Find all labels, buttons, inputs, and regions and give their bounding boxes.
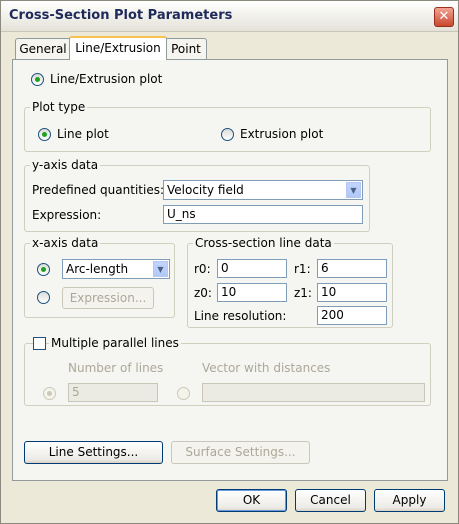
x-axis-quantity-value: Arc-length bbox=[66, 262, 129, 276]
x-axis-data-group: x-axis data Arc-length ▼ Expression... bbox=[24, 236, 175, 318]
cross-section-line-data-group: Cross-section line data r0: 0 r1: 6 z0: … bbox=[187, 236, 393, 328]
predefined-quantities-label: Predefined quantities: bbox=[32, 183, 164, 197]
close-icon: ✕ bbox=[438, 9, 450, 24]
z1-input[interactable]: 10 bbox=[317, 283, 387, 302]
tab-point-label: Point bbox=[171, 42, 201, 56]
tab-point[interactable]: Point bbox=[165, 38, 207, 59]
predefined-quantities-select[interactable]: Velocity field ▼ bbox=[163, 180, 363, 200]
line-resolution-input[interactable]: 200 bbox=[317, 306, 387, 325]
y-expression-input[interactable]: U_ns bbox=[163, 205, 363, 224]
multiple-parallel-lines-label: Multiple parallel lines bbox=[49, 336, 181, 350]
r1-input[interactable]: 6 bbox=[317, 259, 387, 278]
cancel-button[interactable]: Cancel bbox=[295, 489, 366, 512]
number-of-lines-radio[interactable] bbox=[43, 387, 56, 400]
line-settings-button[interactable]: Line Settings... bbox=[24, 441, 163, 464]
ok-button[interactable]: OK bbox=[216, 489, 287, 512]
plot-type-group: Plot type Line plot Extrusion plot bbox=[24, 100, 431, 152]
tab-general[interactable]: General bbox=[15, 38, 71, 59]
tab-general-label: General bbox=[19, 42, 67, 56]
extrusion-plot-radio[interactable] bbox=[221, 128, 234, 141]
tab-line-extrusion[interactable]: Line/Extrusion bbox=[69, 36, 167, 60]
x-axis-data-legend: x-axis data bbox=[30, 236, 101, 250]
number-of-lines-label: Number of lines bbox=[68, 361, 164, 375]
vector-with-distances-radio[interactable] bbox=[177, 387, 190, 400]
multiple-parallel-lines-checkbox[interactable] bbox=[33, 337, 46, 350]
line-plot-label: Line plot bbox=[57, 127, 109, 141]
window-title: Cross-Section Plot Parameters bbox=[9, 8, 233, 23]
z1-label: z1: bbox=[294, 286, 312, 300]
y-axis-data-legend: y-axis data bbox=[30, 158, 101, 172]
extrusion-plot-label: Extrusion plot bbox=[240, 127, 324, 141]
predefined-quantities-value: Velocity field bbox=[167, 183, 244, 197]
expression-label: Expression: bbox=[32, 208, 102, 222]
x-axis-quantity-select[interactable]: Arc-length ▼ bbox=[62, 259, 170, 279]
surface-settings-button[interactable]: Surface Settings... bbox=[171, 441, 310, 464]
z0-input[interactable]: 10 bbox=[217, 283, 287, 302]
plot-type-legend: Plot type bbox=[30, 100, 88, 114]
x-axis-arc-length-radio[interactable] bbox=[37, 263, 50, 276]
close-button[interactable]: ✕ bbox=[434, 7, 454, 27]
chevron-down-icon[interactable]: ▼ bbox=[153, 261, 168, 277]
z0-label: z0: bbox=[194, 286, 212, 300]
cross-section-legend: Cross-section line data bbox=[193, 236, 334, 250]
multiple-parallel-lines-group: Multiple parallel lines Number of lines … bbox=[24, 336, 431, 406]
line-plot-radio[interactable] bbox=[38, 128, 51, 141]
line-extrusion-plot-label: Line/Extrusion plot bbox=[50, 72, 163, 86]
tab-panel-line-extrusion: Line/Extrusion plot Plot type Line plot … bbox=[12, 59, 448, 481]
tab-line-extrusion-label: Line/Extrusion bbox=[75, 41, 161, 55]
vector-with-distances-input[interactable] bbox=[202, 383, 425, 402]
title-bar: Cross-Section Plot Parameters ✕ bbox=[1, 1, 458, 32]
line-resolution-label: Line resolution: bbox=[194, 309, 287, 323]
chevron-down-icon[interactable]: ▼ bbox=[346, 182, 361, 198]
r0-input[interactable]: 0 bbox=[217, 259, 287, 278]
x-axis-expression-button[interactable]: Expression... bbox=[62, 287, 154, 309]
x-axis-expression-radio[interactable] bbox=[37, 291, 50, 304]
y-axis-data-group: y-axis data Predefined quantities: Veloc… bbox=[24, 158, 370, 232]
dialog-window: Cross-Section Plot Parameters ✕ General … bbox=[0, 0, 459, 524]
r0-label: r0: bbox=[194, 262, 211, 276]
apply-button[interactable]: Apply bbox=[374, 489, 445, 512]
vector-with-distances-label: Vector with distances bbox=[202, 361, 331, 375]
r1-label: r1: bbox=[294, 262, 311, 276]
line-extrusion-plot-radio[interactable] bbox=[31, 73, 44, 86]
number-of-lines-input[interactable]: 5 bbox=[68, 383, 158, 402]
